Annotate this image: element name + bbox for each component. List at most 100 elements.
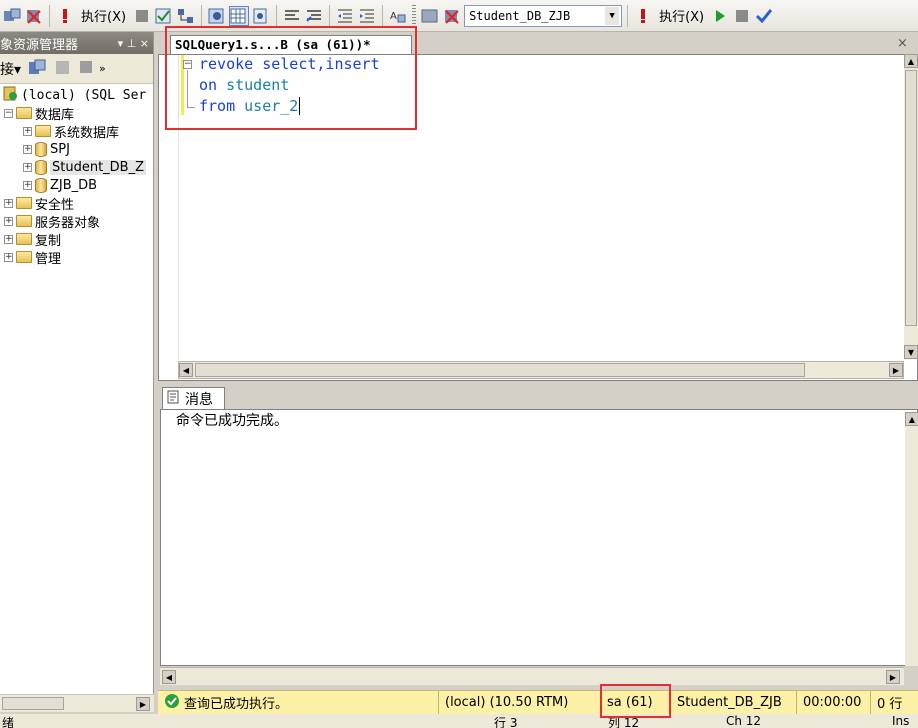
connect-dropdown[interactable]: 接▾: [0, 59, 21, 79]
database-segment: Student_DB_ZJB: [670, 691, 796, 714]
expand-icon[interactable]: +: [23, 144, 32, 154]
database-select[interactable]: Student_DB_ZJB ▼: [464, 4, 623, 27]
scroll-left-icon[interactable]: ◀: [162, 670, 176, 684]
expand-icon[interactable]: +: [23, 162, 32, 172]
results-file-icon[interactable]: [251, 6, 271, 26]
tree-node[interactable]: + 安全性: [4, 194, 75, 213]
scroll-thumb[interactable]: [905, 70, 917, 326]
stop-icon[interactable]: [732, 6, 752, 26]
tree-node-label: 安全性: [35, 197, 75, 213]
result-message: 命令已成功完成。: [176, 413, 288, 429]
expand-icon[interactable]: +: [4, 216, 13, 226]
insert-mode-indicator: Ins: [892, 714, 910, 728]
code-line-2: on student: [199, 76, 290, 94]
code-line-1: revoke select,insert: [199, 55, 380, 73]
query-options-icon[interactable]: [420, 6, 440, 26]
cancel-query-icon[interactable]: [132, 6, 152, 26]
messages-vertical-scrollbar[interactable]: [905, 426, 918, 666]
editor-vertical-scrollbar[interactable]: ▲ ▼: [904, 54, 918, 359]
toolbar-grip[interactable]: [412, 4, 417, 27]
expand-icon[interactable]: +: [23, 180, 32, 190]
chevron-down-icon[interactable]: ▼: [605, 6, 620, 25]
uncomment-icon[interactable]: [304, 6, 324, 26]
scroll-left-icon[interactable]: ◀: [179, 363, 193, 377]
scroll-right-icon[interactable]: ▶: [889, 363, 903, 377]
tree-node[interactable]: − 数据库: [4, 104, 75, 123]
main-toolbar: 执行(X) A Student_DB_ZJB ▼ 执行(X): [0, 0, 918, 32]
change-connection-icon[interactable]: [442, 6, 462, 26]
tab-messages[interactable]: 消息: [162, 387, 225, 409]
connect-server-icon[interactable]: [27, 58, 47, 80]
tree-node-label: 管理: [35, 251, 62, 267]
tree-node[interactable]: (local) (SQL Ser: [2, 86, 146, 104]
parse-icon[interactable]: [154, 6, 174, 26]
scroll-up-icon[interactable]: ▲: [904, 54, 918, 68]
elapsed-time: 00:00:00: [803, 695, 862, 710]
tree-node[interactable]: + SPJ: [23, 140, 70, 158]
disconnect-icon[interactable]: [24, 6, 44, 26]
scroll-right-icon[interactable]: ▶: [886, 670, 900, 684]
object-explorer-title: 象资源管理器: [0, 37, 79, 53]
comment-icon[interactable]: [282, 6, 302, 26]
expand-icon[interactable]: +: [4, 198, 13, 208]
scroll-thumb[interactable]: [195, 363, 805, 377]
messages-horizontal-scrollbar[interactable]: ◀ ▶: [160, 667, 904, 685]
query-status-text: 查询已成功执行。: [184, 697, 289, 712]
toolbar-separator: [329, 4, 331, 27]
tree-node[interactable]: + ZJB_DB: [23, 176, 97, 194]
scroll-thumb[interactable]: [2, 697, 64, 710]
expand-icon[interactable]: +: [4, 252, 13, 262]
check-icon[interactable]: [754, 6, 774, 26]
messages-tab-label: 消息: [185, 391, 213, 408]
query-editor[interactable]: − revoke select,insert on student from u…: [158, 54, 918, 381]
server-name: (local) (10.50 RTM): [445, 695, 569, 710]
tree-node[interactable]: + Student_DB_Z: [23, 158, 147, 176]
increase-indent-icon[interactable]: [357, 6, 377, 26]
server-segment: (local) (10.50 RTM): [438, 691, 600, 714]
code-line-3: from user_2: [199, 97, 301, 115]
scroll-right-icon[interactable]: ▶: [136, 697, 150, 711]
tree-node[interactable]: + 复制: [4, 230, 62, 249]
execute-button-2[interactable]: 执行(X): [659, 6, 704, 25]
column-indicator: 列 12: [608, 716, 640, 728]
execute-icon-2[interactable]: [633, 6, 653, 26]
results-text-icon[interactable]: [207, 6, 227, 26]
collapse-toggle-icon[interactable]: −: [183, 60, 192, 69]
tree-node-label: SPJ: [50, 141, 70, 157]
collapse-icon[interactable]: −: [4, 108, 13, 118]
explorer-horizontal-scrollbar[interactable]: ▶: [0, 694, 154, 712]
folder-icon: [16, 107, 32, 119]
panel-pin-buttons[interactable]: ▾ ⊥ ×: [118, 37, 149, 50]
decrease-indent-icon[interactable]: [335, 6, 355, 26]
estimated-plan-icon[interactable]: [176, 6, 196, 26]
execute-icon[interactable]: [55, 6, 75, 26]
database-icon: [35, 141, 47, 157]
messages-icon: [167, 390, 181, 408]
tree-node[interactable]: + 服务器对象: [4, 212, 100, 231]
tree-node[interactable]: + 管理: [4, 248, 62, 267]
close-icon[interactable]: ×: [897, 36, 908, 51]
run-icon[interactable]: [710, 6, 730, 26]
database-name: Student_DB_ZJB: [677, 695, 782, 710]
scroll-down-icon[interactable]: ▼: [904, 345, 918, 359]
execute-button[interactable]: 执行(X): [81, 6, 126, 25]
editor-horizontal-scrollbar[interactable]: ◀ ▶: [178, 361, 904, 379]
tab-sqlquery1[interactable]: SQLQuery1.s...B (sa (61))*: [170, 35, 412, 54]
disconnect-server-icon[interactable]: [53, 58, 73, 80]
tree-node-label: 数据库: [35, 107, 75, 123]
toolbar-separator: [201, 4, 203, 27]
expand-icon[interactable]: +: [4, 234, 13, 244]
outline-line: [187, 70, 188, 108]
results-grid-icon[interactable]: [229, 5, 250, 26]
row-count: 0 行: [877, 697, 903, 712]
connect-icon[interactable]: [2, 6, 22, 26]
stop-icon[interactable]: [79, 60, 93, 78]
tree-node-label: 复制: [35, 233, 62, 249]
overflow-chevron-icon[interactable]: »: [99, 62, 106, 75]
char-indicator: Ch 12: [726, 714, 762, 728]
specify-values-icon[interactable]: A: [388, 6, 408, 26]
scroll-up-icon[interactable]: ▲: [905, 412, 918, 426]
tree-node[interactable]: + 系统数据库: [23, 122, 119, 141]
tree-node-label: (local) (SQL Ser: [21, 87, 147, 103]
expand-icon[interactable]: +: [23, 126, 32, 136]
